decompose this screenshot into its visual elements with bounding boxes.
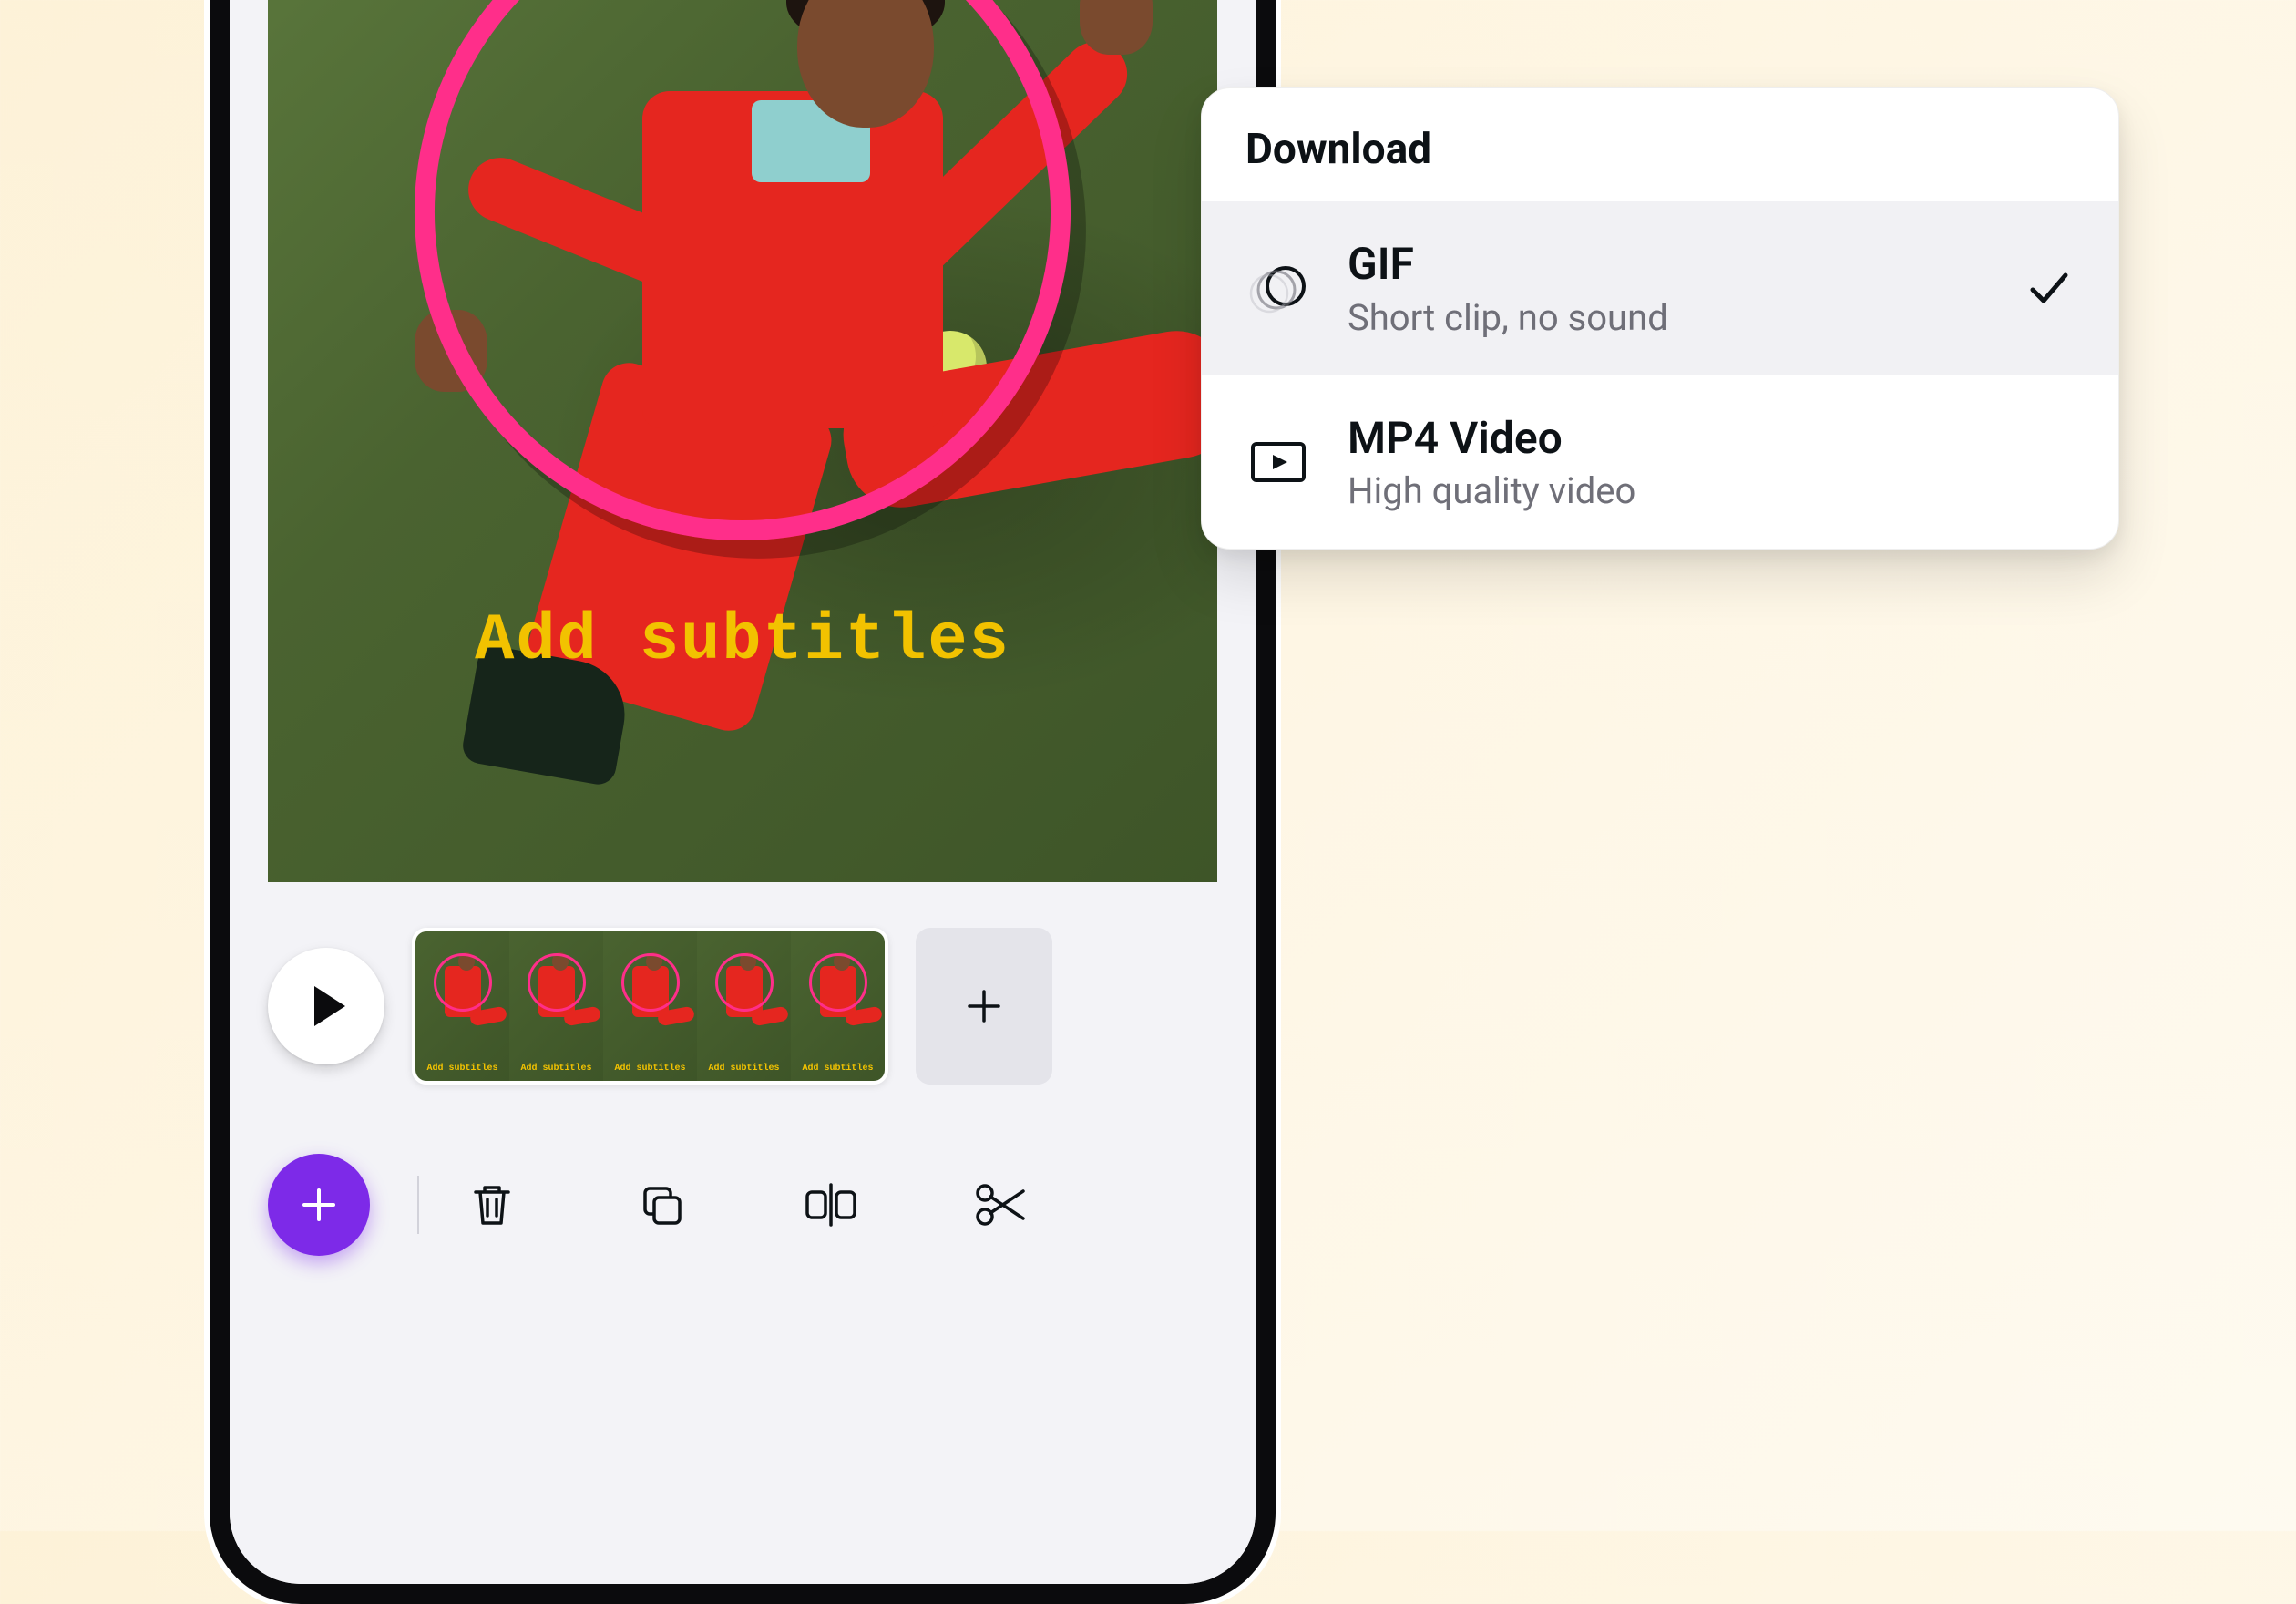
split-button[interactable]: [802, 1176, 860, 1234]
delete-button[interactable]: [463, 1176, 521, 1234]
download-option-title: MP4 Video: [1348, 412, 2075, 465]
download-option-mp4[interactable]: MP4 Video High quality video: [1202, 375, 2118, 550]
clip-thumbnail[interactable]: Add subtitles: [509, 931, 603, 1081]
plus-icon: [964, 986, 1004, 1026]
video-canvas[interactable]: Add subtitles: [268, 0, 1217, 882]
split-icon: [802, 1179, 860, 1230]
play-icon: [314, 986, 345, 1026]
download-panel-title: Download: [1202, 88, 2118, 201]
download-option-gif[interactable]: GIF Short clip, no sound: [1202, 201, 2118, 375]
editor-toolbar: [268, 1150, 1217, 1260]
download-option-subtitle: High quality video: [1348, 469, 2075, 512]
download-option-subtitle: Short clip, no sound: [1348, 296, 1987, 339]
clip-thumbnail[interactable]: Add subtitles: [791, 931, 885, 1081]
copy-icon: [636, 1179, 687, 1230]
thumbnail-caption: Add subtitles: [603, 1064, 697, 1074]
download-panel: Download GIF Short clip, no sound: [1201, 87, 2119, 550]
clip-thumbnail[interactable]: Add subtitles: [415, 931, 509, 1081]
scissors-icon: [973, 1179, 1028, 1230]
check-icon: [2024, 262, 2075, 314]
gif-motion-icon: [1245, 255, 1311, 321]
thumbnail-caption: Add subtitles: [697, 1064, 791, 1074]
subtitle-overlay-text[interactable]: Add subtitles: [268, 603, 1217, 678]
phone-screen: Add subtitles Add subtitles Add subtitle…: [230, 0, 1256, 1584]
download-option-title: GIF: [1348, 238, 1987, 291]
video-play-icon: [1245, 429, 1311, 495]
cut-button[interactable]: [971, 1176, 1030, 1234]
timeline-row: Add subtitles Add subtitles Add subtitle…: [268, 924, 1217, 1088]
thumbnail-caption: Add subtitles: [791, 1064, 885, 1074]
clip-thumbnail[interactable]: Add subtitles: [697, 931, 791, 1081]
play-button[interactable]: [268, 948, 384, 1064]
phone-frame: Add subtitles Add subtitles Add subtitle…: [210, 0, 1276, 1604]
clip-thumbnails[interactable]: Add subtitles Add subtitles Add subtitle…: [412, 928, 888, 1085]
plus-icon: [297, 1183, 341, 1227]
duplicate-button[interactable]: [632, 1176, 691, 1234]
add-clip-button[interactable]: [916, 928, 1052, 1085]
thumbnail-caption: Add subtitles: [415, 1064, 509, 1074]
add-element-button[interactable]: [268, 1154, 370, 1256]
toolbar-divider: [417, 1176, 419, 1234]
thumbnail-caption: Add subtitles: [509, 1064, 603, 1074]
trash-icon: [466, 1179, 518, 1230]
clip-thumbnail[interactable]: Add subtitles: [603, 931, 697, 1081]
